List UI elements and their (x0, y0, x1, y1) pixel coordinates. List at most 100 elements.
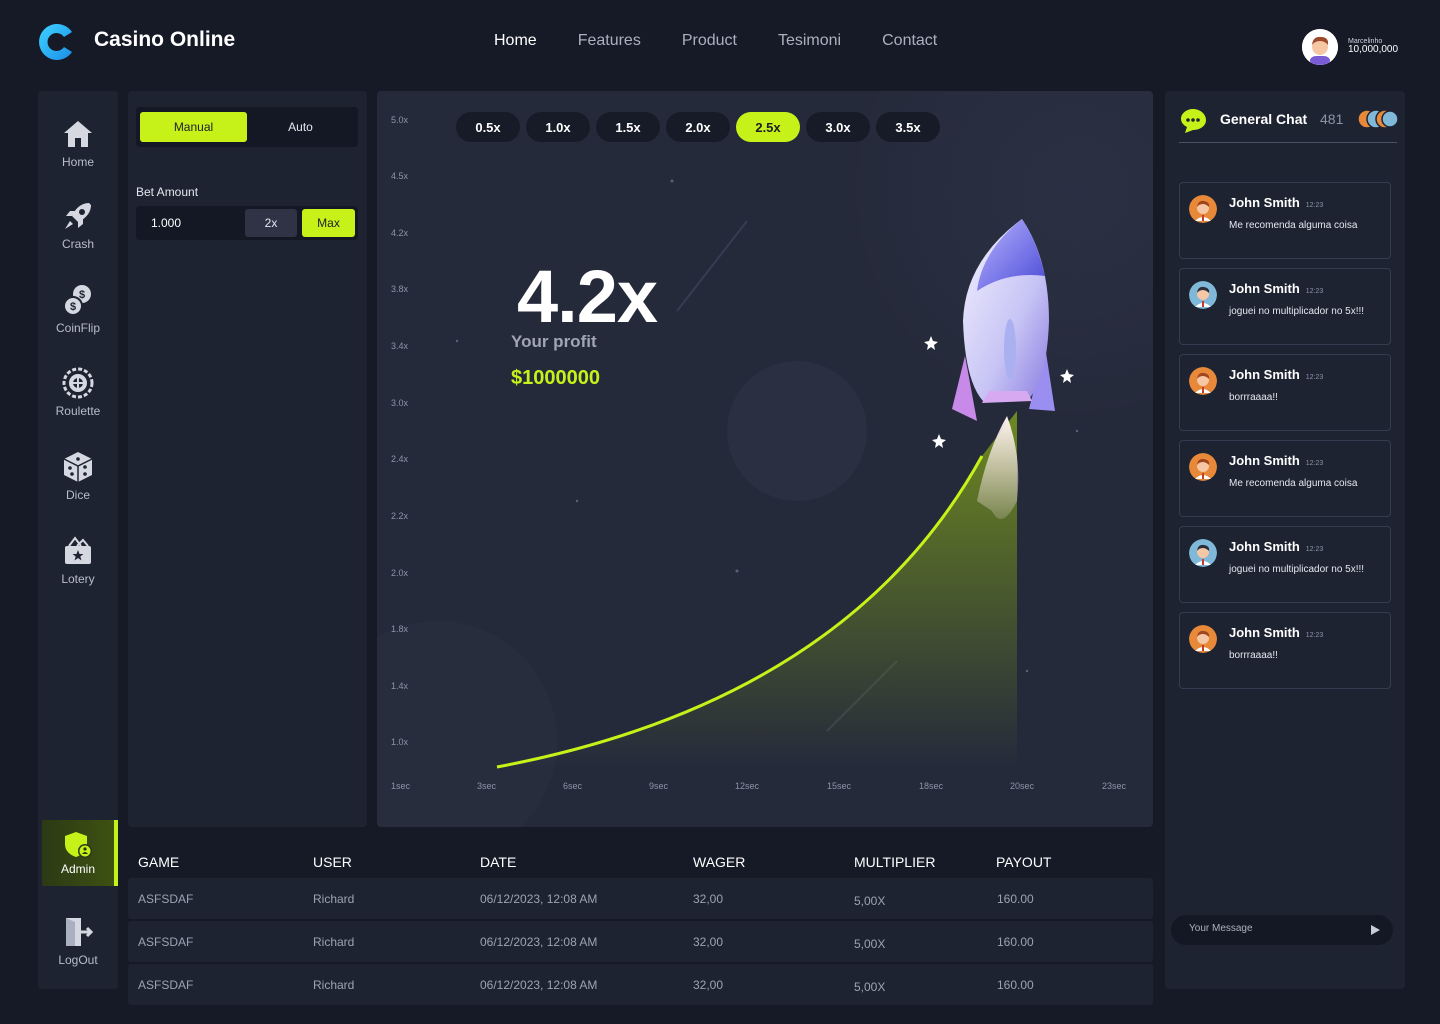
main-nav: Home Features Product Tesimoni Contact (494, 32, 937, 50)
message-author: John Smith 12:23 (1229, 281, 1324, 296)
chat-title: General Chat (1220, 111, 1308, 127)
multiplier-option[interactable]: 3.0x (806, 112, 870, 142)
avatar[interactable] (1189, 367, 1217, 395)
y-tick: 5.0x (391, 115, 409, 125)
message-time: 12:23 (1305, 202, 1324, 209)
auto-mode-button[interactable]: Auto (247, 112, 354, 142)
nav-features[interactable]: Features (578, 32, 641, 50)
game-background (377, 91, 1153, 827)
chat-header: General Chat 481 (1179, 105, 1399, 143)
x-tick: 1sec (391, 781, 411, 791)
double-bet-button[interactable]: 2x (245, 209, 297, 237)
casino-logo-icon[interactable] (36, 22, 76, 62)
sidebar-item-coinflip[interactable]: $ $ CoinFlip (38, 283, 118, 337)
roulette-icon (62, 367, 94, 399)
nav-contact[interactable]: Contact (882, 32, 937, 50)
table-row[interactable]: ASFSDAF Richard 06/12/2023, 12:08 AM 32,… (128, 964, 1153, 1005)
sidebar-item-label: Dice (65, 488, 90, 502)
sidebar-item-home[interactable]: Home (38, 117, 118, 171)
col-payout: PAYOUT (996, 854, 1052, 870)
multiplier-option[interactable]: 1.5x (596, 112, 660, 142)
home-icon (64, 121, 92, 147)
sidebar-item-label: Roulette (55, 404, 101, 418)
y-tick: 3.4x (391, 341, 409, 351)
sidebar-item-crash[interactable]: Crash (38, 199, 118, 253)
multiplier-option[interactable]: 0.5x (456, 112, 520, 142)
message-text: borrraaaa!! (1229, 392, 1278, 403)
sidebar-item-admin[interactable]: Admin (42, 820, 118, 886)
avatar[interactable] (1189, 539, 1217, 567)
sidebar-item-label: Home (61, 155, 94, 169)
nav-product[interactable]: Product (682, 32, 737, 50)
cell-multiplier: 5,00X (854, 937, 886, 951)
chat-panel: General Chat 481 John Smith 12:23 Me reco… (1165, 91, 1405, 989)
col-multiplier: MULTIPLIER (854, 854, 936, 870)
sidebar-item-label: Admin (60, 862, 95, 876)
message-author: John Smith 12:23 (1229, 195, 1324, 210)
user-balance: 10,000,000 (1348, 44, 1399, 56)
y-tick: 2.4x (391, 454, 409, 464)
send-icon[interactable] (1368, 923, 1382, 937)
y-tick: 1.4x (391, 681, 409, 691)
message-author: John Smith 12:23 (1229, 453, 1324, 468)
sidebar-item-label: Crash (61, 237, 94, 251)
y-tick: 1.8x (391, 624, 409, 634)
y-tick: 2.0x (391, 568, 409, 578)
chat-message-input[interactable] (1189, 923, 1359, 934)
avatar[interactable] (1189, 195, 1217, 223)
sidebar-item-logout[interactable]: LogOut (38, 915, 118, 969)
crash-game-area: 5.0x 4.5x 4.2x 3.8x 3.4x 3.0x 2.4x 2.2x … (377, 91, 1153, 827)
avatar[interactable] (1189, 625, 1217, 653)
table-row[interactable]: ASFSDAF Richard 06/12/2023, 12:08 AM 32,… (128, 878, 1153, 919)
bet-panel: Manual Auto Bet Amount 1.000 2x Max (128, 91, 367, 827)
avatar[interactable] (1302, 29, 1338, 65)
current-multiplier: 4.2x (517, 255, 658, 338)
user-profile[interactable]: Marcelinho 10,000,000 (1302, 29, 1398, 65)
cell-game: ASFSDAF (138, 935, 194, 949)
y-tick: 3.0x (391, 398, 409, 408)
nav-home[interactable]: Home (494, 32, 537, 50)
message-text: joguei no multiplicador no 5x!!! (1229, 564, 1365, 575)
brand-name[interactable]: Casino Online (94, 28, 235, 52)
rocket-icon (65, 203, 91, 229)
chat-message: John Smith 12:23 joguei no multiplicador … (1179, 526, 1391, 603)
chat-message: John Smith 12:23 Me recomenda alguma cois… (1179, 440, 1391, 517)
x-tick: 23sec (1102, 781, 1127, 791)
multiplier-option[interactable]: 1.0x (526, 112, 590, 142)
sidebar-item-lotery[interactable]: Lotery (38, 534, 118, 588)
cell-multiplier: 5,00X (854, 894, 886, 908)
y-tick: 4.2x (391, 228, 409, 238)
lottery-icon (65, 536, 91, 564)
max-bet-button[interactable]: Max (302, 209, 355, 237)
x-tick: 20sec (1010, 781, 1035, 791)
col-game: GAME (138, 854, 180, 870)
message-text: joguei no multiplicador no 5x!!! (1229, 306, 1365, 317)
cell-payout: 160.00 (997, 935, 1034, 949)
col-user: USER (313, 854, 352, 870)
profit-label: Your profit (511, 332, 597, 351)
svg-text:$: $ (79, 289, 85, 301)
cell-wager: 32,00 (693, 935, 724, 949)
message-time: 12:23 (1305, 632, 1324, 639)
avatar[interactable] (1189, 281, 1217, 309)
multiplier-option[interactable]: 3.5x (876, 112, 940, 142)
manual-mode-button[interactable]: Manual (140, 112, 247, 142)
message-text: Me recomenda alguma coisa (1229, 478, 1358, 489)
profit-value: $1000000 (511, 367, 600, 389)
chat-message: John Smith 12:23 borrraaaa!! (1179, 354, 1391, 431)
bet-amount-field[interactable]: 1.000 2x Max (136, 206, 358, 240)
cell-multiplier: 5,00X (854, 980, 886, 994)
multiplier-option[interactable]: 2.0x (666, 112, 730, 142)
cell-game: ASFSDAF (138, 892, 194, 906)
nav-tesimoni[interactable]: Tesimoni (778, 32, 841, 50)
cell-payout: 160.00 (997, 892, 1034, 906)
col-wager: WAGER (693, 854, 746, 870)
sidebar-item-dice[interactable]: Dice (38, 450, 118, 504)
sidebar-item-roulette[interactable]: Roulette (38, 366, 118, 420)
table-row[interactable]: ASFSDAF Richard 06/12/2023, 12:08 AM 32,… (128, 921, 1153, 962)
avatar[interactable] (1189, 453, 1217, 481)
bet-amount-value[interactable]: 1.000 (151, 216, 181, 230)
multiplier-option-selected[interactable]: 2.5x (736, 112, 800, 142)
message-author: John Smith 12:23 (1229, 367, 1324, 382)
coins-icon: $$ (63, 285, 91, 316)
